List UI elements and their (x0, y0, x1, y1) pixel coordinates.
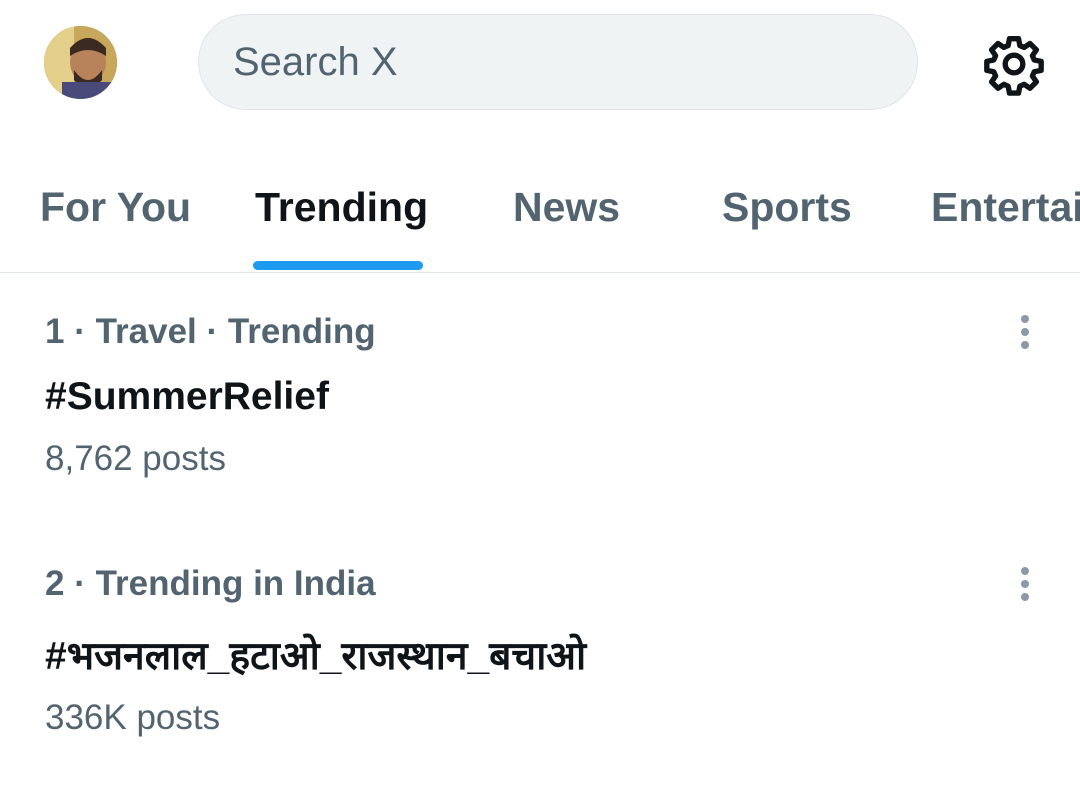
gear-icon (984, 36, 1044, 96)
avatar-image (44, 26, 117, 99)
search-input[interactable] (233, 39, 853, 85)
tab-label: Sports (722, 184, 852, 230)
trend-title: #भजनलाल_हटाओ_राजस्थान_बचाओ (45, 635, 587, 678)
tab-label: For You (40, 184, 192, 230)
trend-post-count: 336K posts (45, 698, 221, 737)
trend-item[interactable]: 1 · Travel · Trending #SummerRelief 8,76… (0, 272, 1080, 510)
tab-label: Entertai (931, 184, 1080, 230)
search-bar[interactable] (198, 14, 918, 110)
trend-more-button[interactable] (1008, 560, 1042, 608)
trend-meta: 1 · Travel · Trending (45, 312, 376, 351)
settings-button[interactable] (982, 32, 1046, 96)
explore-tabs: For You Trending News Sports Entertai (0, 150, 1080, 273)
trend-meta: 2 · Trending in India (45, 564, 376, 603)
trend-more-button[interactable] (1008, 308, 1042, 356)
tab-label: Trending (255, 184, 429, 230)
tab-label: News (513, 184, 621, 230)
more-vertical-icon (1021, 567, 1029, 601)
trend-post-count: 8,762 posts (45, 439, 226, 478)
top-bar (0, 0, 1080, 130)
more-vertical-icon (1021, 315, 1029, 349)
trend-item[interactable]: 2 · Trending in India #भजनलाल_हटाओ_राजस्… (0, 524, 1080, 764)
avatar[interactable] (44, 26, 117, 99)
trend-title: #SummerRelief (45, 375, 329, 418)
active-tab-indicator (253, 261, 423, 270)
